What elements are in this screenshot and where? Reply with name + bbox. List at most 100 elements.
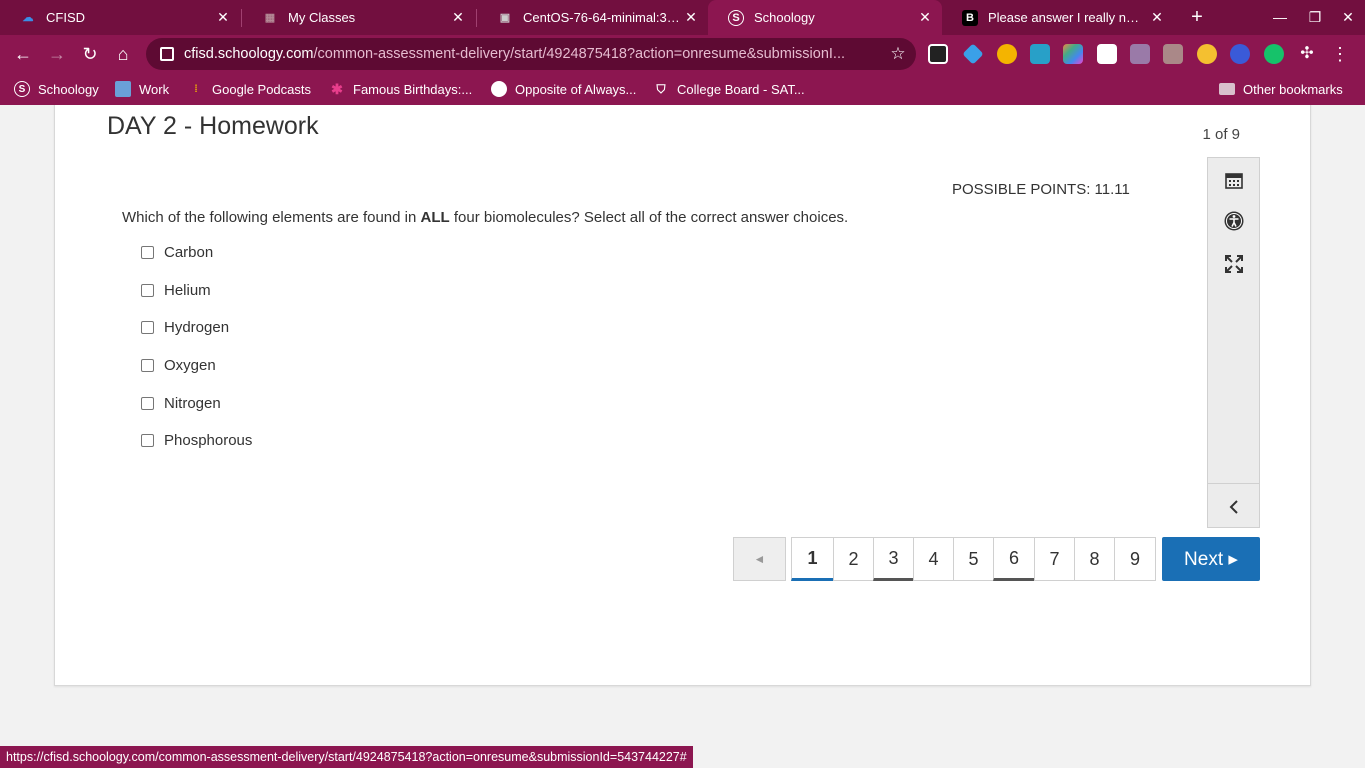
classes-icon: ▦: [264, 12, 276, 24]
choice-label: Helium: [164, 281, 211, 299]
question-text: Which of the following elements are foun…: [122, 209, 848, 226]
grammarly-icon[interactable]: [1264, 44, 1284, 64]
close-window-button[interactable]: ✕: [1331, 0, 1365, 35]
extension-icon[interactable]: [1197, 44, 1217, 64]
address-bar[interactable]: cfisd.schoology.com/common-assessment-de…: [146, 38, 916, 70]
close-icon[interactable]: ✕: [680, 9, 702, 26]
page-button-6[interactable]: 6: [993, 537, 1035, 581]
tab-brainly[interactable]: B Please answer I really need h ✕: [942, 0, 1174, 35]
extension-icon[interactable]: [928, 44, 948, 64]
fullscreen-icon[interactable]: [1208, 244, 1259, 284]
reload-button[interactable]: ↻: [76, 40, 104, 68]
close-icon[interactable]: ✕: [212, 9, 234, 26]
cloud-icon: ☁: [22, 12, 34, 24]
tab-centos[interactable]: ▣ CentOS-76-64-minimal:3 (gue ✕: [477, 0, 708, 35]
url-text[interactable]: cfisd.schoology.com/common-assessment-de…: [184, 46, 880, 62]
bookmark-label: Schoology: [38, 81, 99, 97]
page-button-7[interactable]: 7: [1034, 537, 1075, 581]
bookmarks-bar: S Schoology Work ⁞ Google Podcasts ✱ Fam…: [0, 73, 1365, 105]
checkbox[interactable]: [141, 246, 154, 260]
restore-button[interactable]: ❐: [1298, 0, 1332, 35]
bookmark-label: Famous Birthdays:...: [353, 81, 473, 97]
close-icon[interactable]: ✕: [447, 9, 469, 26]
accessibility-icon[interactable]: [1208, 201, 1259, 241]
other-bookmarks[interactable]: Other bookmarks: [1219, 73, 1343, 105]
other-bookmarks-label: Other bookmarks: [1243, 81, 1343, 97]
choice-label: Phosphorous: [164, 432, 253, 450]
panel-divider: [1208, 483, 1259, 484]
extension-icon[interactable]: [997, 44, 1017, 64]
url-path: /common-assessment-delivery/start/492487…: [313, 46, 846, 62]
bookmark-work[interactable]: Work: [115, 73, 169, 105]
close-icon[interactable]: ✕: [1146, 9, 1168, 26]
extension-icon[interactable]: [1130, 44, 1150, 64]
tab-title: Please answer I really need h: [988, 10, 1146, 25]
question-counter: 1 of 9: [1202, 126, 1240, 143]
next-button[interactable]: Next ▸: [1162, 537, 1260, 581]
tab-title: Schoology: [754, 10, 815, 25]
tools-panel: [1207, 157, 1260, 528]
tab-schoology[interactable]: S Schoology ✕: [708, 0, 942, 35]
bookmark-schoology[interactable]: S Schoology: [14, 73, 99, 105]
checkbox[interactable]: [141, 434, 154, 448]
menu-kebab-icon[interactable]: ⋮: [1326, 40, 1354, 68]
choice-oxygen[interactable]: Oxygen: [141, 347, 252, 385]
new-tab-button[interactable]: +: [1184, 4, 1210, 30]
home-button[interactable]: ⌂: [109, 40, 137, 68]
bookmark-opposite-of-always[interactable]: Opposite of Always...: [491, 73, 636, 105]
podcasts-icon: ⁞: [194, 83, 198, 95]
calendar-icon[interactable]: [1208, 160, 1259, 200]
monitor-icon: [115, 81, 131, 97]
bookmark-famous-birthdays[interactable]: ✱ Famous Birthdays:...: [329, 73, 472, 105]
status-bar-url: https://cfisd.schoology.com/common-asses…: [0, 746, 693, 768]
checkbox[interactable]: [141, 396, 154, 410]
checkbox[interactable]: [141, 321, 154, 335]
brainly-icon: B: [962, 9, 978, 26]
checkbox[interactable]: [141, 283, 154, 297]
back-button[interactable]: ←: [9, 40, 37, 68]
page-button-2[interactable]: 2: [833, 537, 874, 581]
prev-page-button[interactable]: ◄: [733, 537, 786, 581]
close-icon[interactable]: ✕: [914, 9, 936, 26]
checkbox[interactable]: [141, 359, 154, 373]
bookmark-college-board[interactable]: ⛉ College Board - SAT...: [653, 73, 805, 105]
extensions-puzzle-icon[interactable]: ✣: [1293, 40, 1321, 68]
star-icon: ✱: [331, 80, 343, 97]
page-button-1[interactable]: 1: [791, 537, 834, 581]
extension-icon[interactable]: [1230, 44, 1250, 64]
extension-icon[interactable]: [1163, 44, 1183, 64]
assessment-title: DAY 2 - Homework: [107, 112, 319, 140]
page-button-8[interactable]: 8: [1074, 537, 1115, 581]
tab-title: CFISD: [46, 10, 85, 25]
shield-icon: ⛉: [656, 81, 666, 96]
bookmark-google-podcasts[interactable]: ⁞ Google Podcasts: [188, 73, 311, 105]
page-content: DAY 2 - Homework 1 of 9 POSSIBLE POINTS:…: [0, 105, 1365, 768]
tab-title: CentOS-76-64-minimal:3 (gue: [523, 10, 680, 25]
extension-icon[interactable]: [1097, 44, 1117, 64]
choice-phosphorous[interactable]: Phosphorous: [141, 422, 252, 460]
tab-cfisd[interactable]: ☁ CFISD ✕: [0, 0, 240, 35]
extension-icon[interactable]: [1063, 44, 1083, 64]
schoology-icon: S: [14, 81, 30, 97]
collapse-chevron-icon[interactable]: [1208, 487, 1259, 527]
choice-carbon[interactable]: Carbon: [141, 234, 252, 272]
bookmark-label: College Board - SAT...: [677, 81, 805, 97]
extension-icon[interactable]: [962, 43, 984, 65]
extension-icon[interactable]: [1030, 44, 1050, 64]
page-button-3[interactable]: 3: [873, 537, 914, 581]
bookmark-label: Work: [139, 81, 170, 97]
browser-toolbar: ← → ↻ ⌂ cfisd.schoology.com/common-asses…: [0, 35, 1365, 73]
bookmark-star-icon[interactable]: ☆: [880, 44, 916, 64]
page-button-9[interactable]: 9: [1114, 537, 1156, 581]
forward-button[interactable]: →: [43, 40, 71, 68]
choice-hydrogen[interactable]: Hydrogen: [141, 309, 252, 347]
question-emphasis: ALL: [420, 209, 450, 226]
choice-nitrogen[interactable]: Nitrogen: [141, 384, 252, 422]
schoology-icon: S: [728, 9, 744, 26]
tab-my-classes[interactable]: ▦ My Classes ✕: [242, 0, 475, 35]
page-button-4[interactable]: 4: [913, 537, 954, 581]
minimize-button[interactable]: —: [1263, 0, 1297, 35]
choice-helium[interactable]: Helium: [141, 272, 252, 310]
question-text-end: four biomolecules? Select all of the cor…: [449, 209, 849, 226]
page-button-5[interactable]: 5: [953, 537, 994, 581]
